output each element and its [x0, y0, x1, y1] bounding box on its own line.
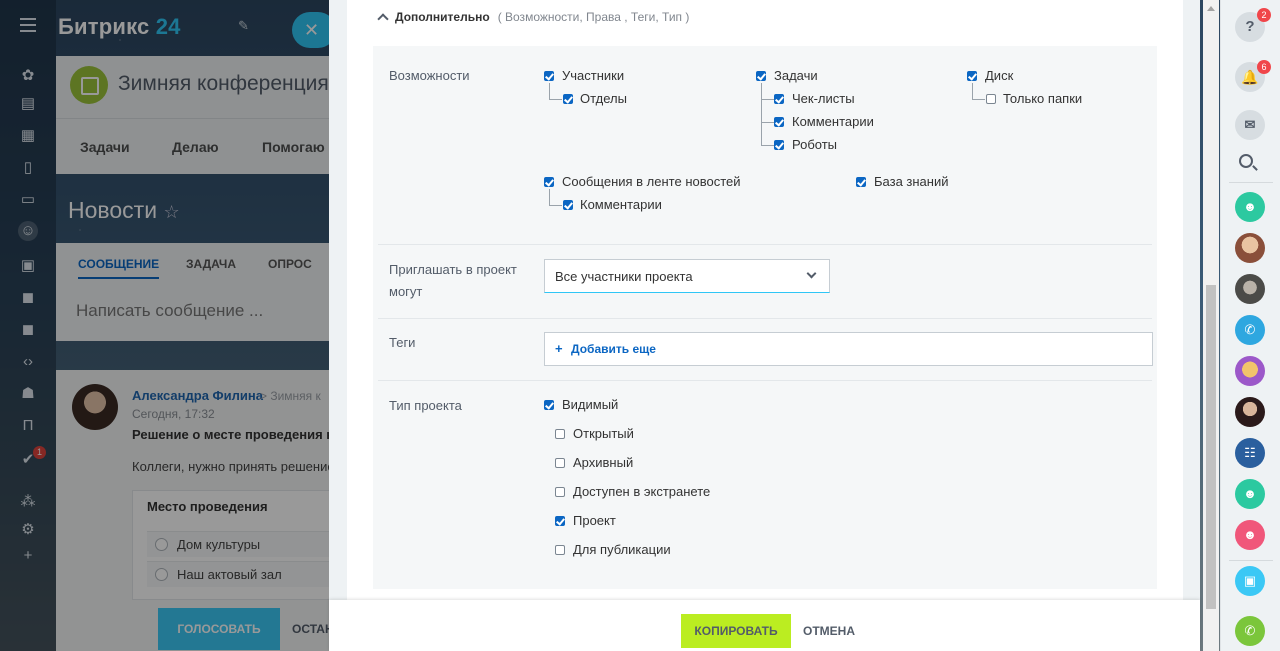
phone-icon[interactable]: ✆ — [1235, 616, 1265, 646]
section-hint: ( Возможности, Права , Теги, Тип ) — [497, 10, 690, 24]
tree-connector — [549, 189, 562, 206]
checkbox-label[interactable]: Доступен в экстранете — [573, 484, 710, 500]
checkbox-label[interactable]: Диск — [985, 68, 1013, 84]
checkbox-archived[interactable] — [555, 458, 565, 468]
avatar[interactable] — [1235, 233, 1265, 263]
slider-footer: КОПИРОВАТЬ ОТМЕНА — [329, 600, 1200, 651]
checkbox-knowledge-base[interactable] — [856, 177, 866, 187]
phone-call-icon[interactable]: ✆ — [1235, 315, 1265, 345]
checkbox-label[interactable]: Проект — [573, 513, 616, 529]
divider — [378, 318, 1152, 319]
project-type-label: Тип проекта — [389, 398, 462, 413]
checkbox-disk[interactable] — [967, 71, 977, 81]
divider — [378, 380, 1152, 381]
tags-field[interactable]: + Добавить еще — [544, 332, 1153, 366]
divider — [1229, 560, 1273, 561]
scroll-up-icon[interactable] — [1207, 6, 1215, 11]
checkbox-label[interactable]: Отделы — [580, 91, 627, 107]
screen-share-icon[interactable]: ▣ — [1235, 566, 1265, 596]
checkbox-label[interactable]: Архивный — [573, 455, 633, 471]
scroll-thumb[interactable] — [1206, 285, 1216, 609]
checkbox-members[interactable] — [544, 71, 554, 81]
checkbox-checklists[interactable] — [774, 94, 784, 104]
checkbox-label[interactable]: Комментарии — [580, 197, 662, 213]
open-channel-icon[interactable]: ☷ — [1235, 438, 1265, 468]
checkbox-label[interactable]: Участники — [562, 68, 624, 84]
checkbox-feed-messages[interactable] — [544, 177, 554, 187]
tags-label: Теги — [389, 335, 416, 350]
checkbox-departments[interactable] — [563, 94, 573, 104]
dim-overlay[interactable] — [0, 0, 329, 651]
scrollbar[interactable] — [1203, 0, 1219, 651]
checkbox-robots[interactable] — [774, 140, 784, 150]
chat-icon[interactable]: ✉ — [1235, 110, 1265, 140]
checkbox-publication[interactable] — [555, 545, 565, 555]
invite-select[interactable]: Все участники проекта — [544, 259, 830, 293]
checkbox-visible[interactable] — [544, 400, 554, 410]
search-icon[interactable] — [1239, 154, 1253, 168]
divider — [378, 244, 1152, 245]
copy-project-slider: Дополнительно ( Возможности, Права , Теги… — [329, 0, 1219, 651]
additional-panel: Возможности Участники Отделы Задачи Чек-… — [373, 46, 1157, 589]
tree-connector — [972, 83, 985, 100]
checkbox-tasks[interactable] — [756, 71, 766, 81]
copy-button[interactable]: КОПИРОВАТЬ — [681, 614, 791, 648]
checkbox-label[interactable]: Задачи — [774, 68, 818, 84]
features-label: Возможности — [389, 68, 470, 83]
checkbox-label[interactable]: Сообщения в ленте новостей — [562, 174, 741, 190]
invite-label: Приглашать в проект могут — [389, 262, 517, 299]
chevron-down-icon — [806, 268, 817, 279]
avatar[interactable] — [1235, 397, 1265, 427]
invite-select-value: Все участники проекта — [555, 269, 693, 284]
checkbox-label[interactable]: Для публикации — [573, 542, 671, 558]
group-chat-icon[interactable]: ☻ — [1235, 192, 1265, 222]
tree-connector — [761, 83, 774, 100]
right-sidebar: ? 2 🔔 6 ✉ ☻ ✆ ☷ ☻ ☻ ▣ ✆ — [1220, 0, 1280, 651]
checkbox-label[interactable]: Чек-листы — [792, 91, 855, 107]
checkbox-label[interactable]: Только папки — [1003, 91, 1082, 107]
checkbox-folders-only[interactable] — [986, 94, 996, 104]
divider — [1229, 182, 1273, 183]
avatar[interactable] — [1235, 274, 1265, 304]
help-badge: 2 — [1257, 8, 1271, 22]
cancel-button[interactable]: ОТМЕНА — [803, 624, 855, 638]
checkbox-label[interactable]: Роботы — [792, 137, 837, 153]
plus-icon: + — [555, 341, 563, 356]
additional-section-header[interactable]: Дополнительно ( Возможности, Права , Теги… — [377, 10, 690, 28]
avatar[interactable] — [1235, 356, 1265, 386]
chevron-up-icon — [377, 13, 389, 25]
checkbox-label[interactable]: Комментарии — [792, 114, 874, 130]
group-chat-icon[interactable]: ☻ — [1235, 479, 1265, 509]
group-chat-icon[interactable]: ☻ — [1235, 520, 1265, 550]
checkbox-label[interactable]: Видимый — [562, 397, 618, 413]
notification-badge: 6 — [1257, 60, 1271, 74]
screen: ✿ ▤ ▦ ▯ ▭ ☺ ▣ ◼ ◼ ‹› ☗ П ✔ 1 ⁂ ⚙ + Битри… — [0, 0, 1280, 651]
checkbox-project[interactable] — [555, 516, 565, 526]
checkbox-label[interactable]: Открытый — [573, 426, 634, 442]
slider-content: Дополнительно ( Возможности, Права , Теги… — [347, 0, 1183, 600]
tree-connector — [761, 122, 774, 146]
checkbox-extranet[interactable] — [555, 487, 565, 497]
tree-connector — [549, 83, 562, 100]
checkbox-feed-comments[interactable] — [563, 200, 573, 210]
section-title: Дополнительно — [395, 10, 490, 24]
checkbox-open[interactable] — [555, 429, 565, 439]
tree-connector — [761, 99, 774, 123]
add-tag-link[interactable]: Добавить еще — [571, 342, 656, 356]
checkbox-label[interactable]: База знаний — [874, 174, 949, 190]
checkbox-comments[interactable] — [774, 117, 784, 127]
